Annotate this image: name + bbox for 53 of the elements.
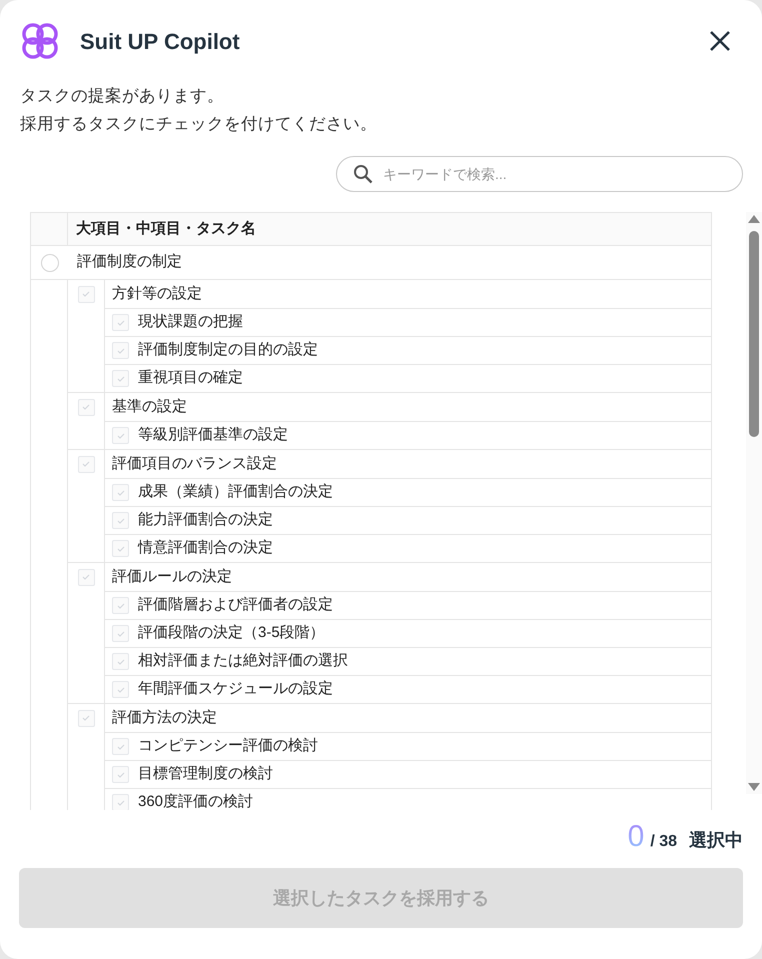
scroll-up-icon[interactable] [748,215,760,223]
task-group: 基準の設定 [104,393,712,421]
task-group: 方針等の設定 [104,280,712,308]
check-icon [81,572,91,582]
task-group: 評価ルールの決定 [104,563,712,591]
check-icon [116,318,126,328]
search-input[interactable]: キーワードで検索... [383,164,726,184]
check-icon [116,656,126,666]
scrollbar[interactable] [746,212,762,794]
task-name: 情意評価割合の決定 [138,538,273,558]
check-icon [116,628,126,638]
task-name: 評価段階の決定（3-5段階） [138,623,325,644]
check-icon [116,600,126,610]
search-icon [353,164,373,184]
task-group: 評価項目のバランス設定 [104,450,712,478]
check-icon [116,430,126,440]
total-count: / 38 [650,832,677,852]
task-name: 360度評価の検討 [138,792,254,810]
task-name: 等級別評価基準の設定 [138,425,288,446]
check-icon [116,544,126,554]
message-text: タスクの提案があります。 [20,86,225,107]
task-name: 年間評価スケジュールの設定 [138,679,333,700]
task-name: 重視項目の確定 [138,368,243,388]
scroll-down-icon[interactable] [748,783,760,791]
check-icon [116,742,126,752]
check-icon [81,402,91,412]
check-icon [116,488,126,498]
column-header: 大項目・中項目・タスク名 [75,218,256,239]
check-icon [116,798,126,808]
task-name: 評価制度制定の目的の設定 [138,340,318,360]
task-name: 成果（業績）評価割合の決定 [138,482,333,502]
check-icon [81,459,91,469]
check-icon [116,684,126,694]
task-name: 相対評価または絶対評価の選択 [138,651,348,672]
check-icon [81,713,91,723]
task-name: コンピテンシー評価の検討 [138,736,318,756]
task-name: 目標管理制度の検討 [138,764,273,784]
search-field[interactable]: キーワードで検索... [336,156,743,192]
message-text: 採用するタスクにチェックを付けてください。 [20,114,378,135]
task-category: 評価制度の制定 [76,252,182,272]
check-icon [116,516,126,526]
selected-label: 選択中 [689,829,743,852]
check-icon [116,346,126,356]
task-name: 能力評価割合の決定 [138,510,273,530]
check-icon [81,289,91,299]
task-group: 評価方法の決定 [104,704,712,732]
task-name: 評価階層および評価者の設定 [138,595,333,616]
checkbox[interactable] [40,254,58,272]
scrollbar-thumb[interactable] [749,231,760,437]
app-title: Suit UP Copilot [80,28,240,56]
task-name: 現状課題の把握 [138,312,243,332]
check-icon [116,374,126,384]
check-icon [116,770,126,780]
